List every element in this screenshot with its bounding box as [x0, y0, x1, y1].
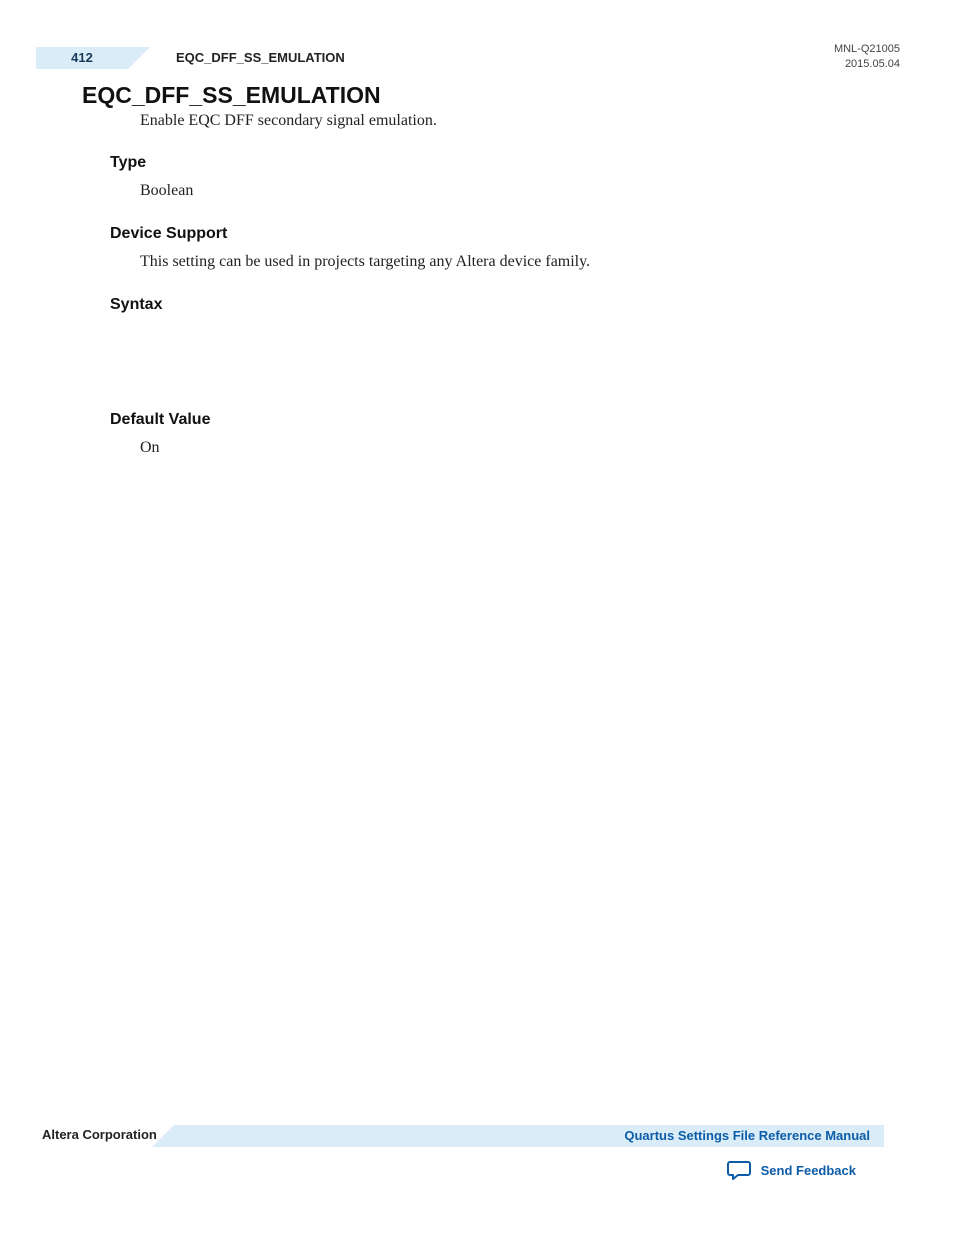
- page-footer: Altera Corporation Quartus Settings File…: [42, 1125, 884, 1147]
- section-body-device-support: This setting can be used in projects tar…: [140, 253, 874, 271]
- section-heading-device-support: Device Support: [110, 225, 874, 243]
- manual-link[interactable]: Quartus Settings File Reference Manual: [624, 1128, 870, 1143]
- section-default-value: Default Value On: [110, 411, 874, 457]
- section-heading-type: Type: [110, 154, 874, 172]
- section-body-default-value: On: [140, 439, 874, 457]
- document-id: MNL-Q21005: [834, 42, 900, 57]
- section-type: Type Boolean: [110, 154, 874, 200]
- intro-paragraph: Enable EQC DFF secondary signal emulatio…: [140, 112, 437, 130]
- speech-bubble-icon: [727, 1160, 751, 1180]
- section-syntax: Syntax: [110, 296, 874, 324]
- section-heading-default-value: Default Value: [110, 411, 874, 429]
- section-device-support: Device Support This setting can be used …: [110, 225, 874, 271]
- document-date: 2015.05.04: [834, 57, 900, 72]
- page-header: 412 EQC_DFF_SS_EMULATION MNL-Q21005 2015…: [36, 42, 900, 74]
- document-id-block: MNL-Q21005 2015.05.04: [834, 42, 900, 73]
- page-title: EQC_DFF_SS_EMULATION: [82, 82, 381, 109]
- send-feedback-label: Send Feedback: [761, 1163, 856, 1178]
- section-body-type: Boolean: [140, 182, 874, 200]
- footer-ribbon: Quartus Settings File Reference Manual: [174, 1125, 884, 1147]
- running-header-title: EQC_DFF_SS_EMULATION: [176, 50, 345, 65]
- footer-company: Altera Corporation: [42, 1127, 157, 1142]
- page-number-badge: 412: [36, 47, 128, 69]
- send-feedback-link[interactable]: Send Feedback: [727, 1160, 856, 1180]
- section-heading-syntax: Syntax: [110, 296, 874, 314]
